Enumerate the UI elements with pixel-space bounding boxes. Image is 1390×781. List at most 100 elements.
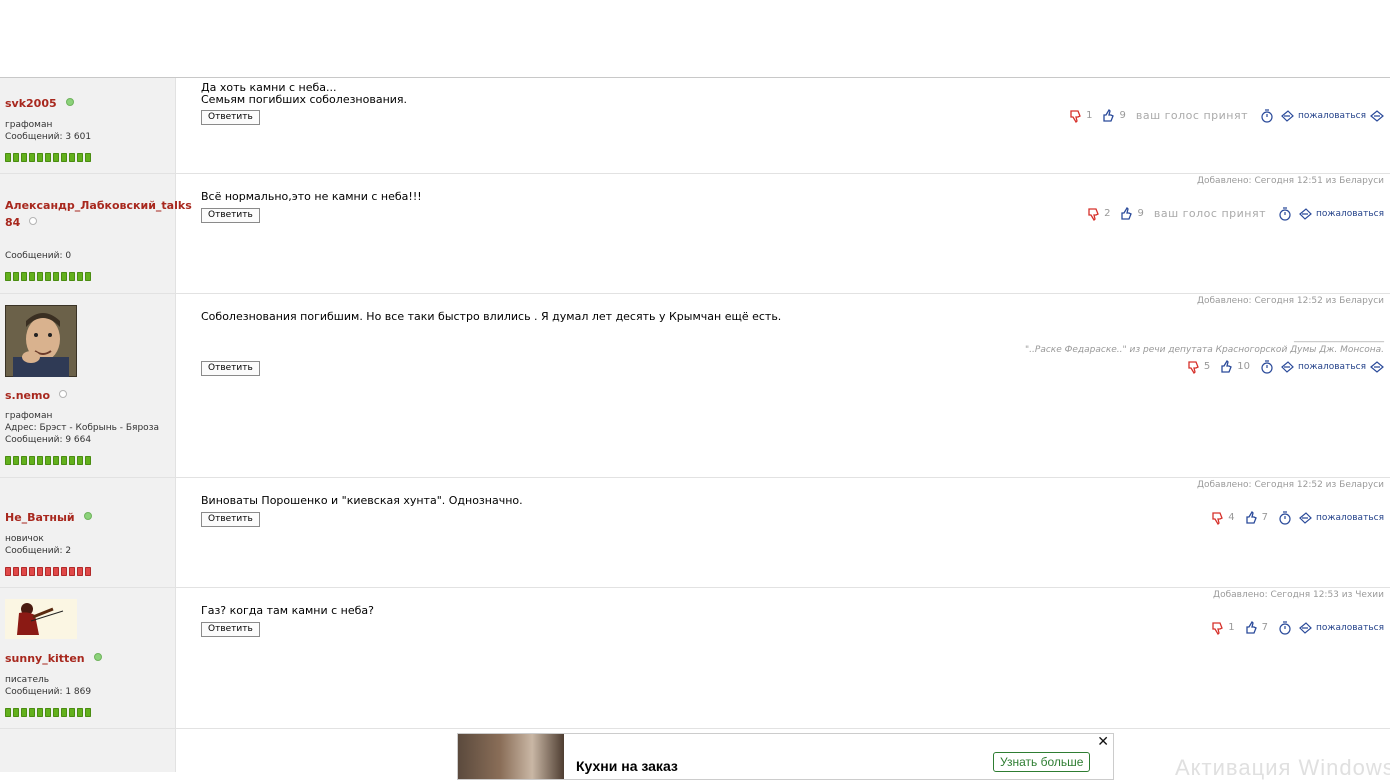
reputation-bar — [5, 708, 93, 717]
thumbs-down-icon[interactable] — [1187, 360, 1201, 375]
complain-link[interactable]: пожаловаться — [1316, 511, 1384, 525]
thumbs-up-icon[interactable] — [1120, 206, 1134, 221]
downvote-count: 2 — [1104, 208, 1111, 219]
reputation-bar — [5, 153, 93, 162]
reply-button[interactable]: Ответить — [201, 110, 260, 125]
message-count: Сообщений: 3 601 — [5, 132, 92, 142]
complain-icon[interactable] — [1298, 207, 1312, 221]
quote-icon[interactable] — [1370, 360, 1384, 374]
downvote-count: 5 — [1203, 361, 1211, 372]
user-rank: новичок — [5, 534, 44, 544]
timer-icon[interactable] — [1278, 207, 1292, 221]
post-actions: 5 10 пожаловаться — [1187, 359, 1384, 375]
user-rank: графоман — [5, 120, 53, 130]
user-info: графоман Адрес: Брэст - Кобрынь - Бяроза… — [5, 410, 159, 446]
upvote-count: 10 — [1237, 361, 1250, 372]
user-rank: писатель — [5, 675, 50, 685]
forum-post: s.nemo графоман Адрес: Брэст - Кобрынь -… — [0, 294, 1390, 478]
vote-accepted-text: ваш голос принят — [1135, 109, 1248, 122]
post-date: Добавлено: Сегодня 12:53 из Чехии — [1213, 590, 1384, 600]
forum-post: Не_Ватный новичок Сообщений: 2 Добавлено… — [0, 478, 1390, 588]
reputation-bar — [5, 456, 93, 465]
post-actions: 2 9 ваш голос принят пожаловаться — [1087, 206, 1384, 222]
thumbs-up-icon[interactable] — [1245, 620, 1259, 635]
advertisement-banner[interactable]: Кухни на заказ Узнать больше ✕ — [457, 733, 1114, 780]
complain-icon[interactable] — [1280, 360, 1294, 374]
post-date: Добавлено: Сегодня 12:52 из Беларуси — [1196, 480, 1384, 490]
user-info: графоман Сообщений: 3 601 — [5, 119, 91, 143]
post-date: Добавлено: Сегодня 12:51 из Беларуси — [1196, 176, 1384, 186]
online-indicator — [93, 653, 102, 661]
upvote-count: 7 — [1261, 622, 1268, 633]
timer-icon[interactable] — [1278, 511, 1292, 525]
complain-link[interactable]: пожаловаться — [1316, 207, 1384, 221]
post-text: Виноваты Порошенко и "киевская хунта". О… — [201, 494, 523, 507]
message-count: Сообщений: 1 869 — [5, 687, 92, 697]
thumbs-down-icon[interactable] — [1069, 109, 1083, 124]
username-link[interactable]: s.nemo — [5, 387, 68, 404]
post-actions: 1 9 ваш голос принят пожаловаться — [1069, 108, 1384, 124]
forum-post: sunny_kitten писатель Сообщений: 1 869 Д… — [0, 588, 1390, 729]
reputation-bar — [5, 567, 93, 576]
message-count: Сообщений: 0 — [5, 251, 72, 261]
reply-button[interactable]: Ответить — [201, 622, 260, 637]
complain-icon[interactable] — [1298, 621, 1312, 635]
username-link[interactable]: Александр_Лабковский_talks 84 — [5, 197, 192, 231]
complain-link[interactable]: пожаловаться — [1298, 360, 1366, 374]
reputation-bar — [5, 272, 93, 281]
complain-icon[interactable] — [1298, 511, 1312, 525]
complain-link[interactable]: пожаловаться — [1298, 109, 1366, 123]
username-link[interactable]: Не_Ватный — [5, 509, 92, 526]
user-panel: Александр_Лабковский_talks 84 Сообщений:… — [0, 174, 192, 293]
message-count: Сообщений: 9 664 — [5, 435, 92, 445]
user-panel — [0, 729, 176, 772]
user-panel: svk2005 графоман Сообщений: 3 601 — [0, 78, 176, 173]
offline-indicator — [59, 390, 68, 398]
upvote-count: 9 — [1137, 208, 1144, 219]
forum-post: Александр_Лабковский_talks 84 Сообщений:… — [0, 174, 1390, 294]
downvote-count: 1 — [1086, 110, 1093, 121]
avatar[interactable] — [4, 304, 78, 378]
user-info: писатель Сообщений: 1 869 — [5, 674, 91, 698]
thumbs-down-icon[interactable] — [1211, 511, 1225, 526]
online-indicator — [65, 98, 74, 106]
message-count: Сообщений: 2 — [5, 546, 72, 556]
username-link[interactable]: sunny_kitten — [5, 650, 102, 667]
post-actions: 1 7 пожаловаться — [1211, 620, 1384, 636]
user-panel: sunny_kitten писатель Сообщений: 1 869 — [0, 588, 176, 728]
offline-indicator — [29, 217, 38, 225]
timer-icon[interactable] — [1278, 621, 1292, 635]
post-actions: 4 7 пожаловаться — [1211, 510, 1384, 526]
username-link[interactable]: svk2005 — [5, 95, 74, 112]
user-info: новичок Сообщений: 2 — [5, 533, 71, 557]
post-text: Да хоть камни с неба... Семьям погибших … — [201, 81, 408, 106]
user-info: Сообщений: 0 — [5, 250, 71, 262]
upvote-count: 9 — [1119, 110, 1126, 121]
ad-image[interactable] — [458, 734, 564, 779]
ad-learn-more-button[interactable]: Узнать больше — [993, 752, 1091, 772]
complain-link[interactable]: пожаловаться — [1316, 621, 1384, 635]
close-icon[interactable]: ✕ — [1097, 734, 1109, 750]
forum-post: svk2005 графоман Сообщений: 3 601 Да хот… — [0, 78, 1390, 174]
quote-icon[interactable] — [1370, 109, 1384, 123]
user-address: Адрес: Брэст - Кобрынь - Бяроза — [5, 423, 159, 433]
reply-button[interactable]: Ответить — [201, 512, 260, 527]
online-indicator — [83, 512, 92, 520]
thumbs-up-icon[interactable] — [1220, 359, 1234, 374]
reply-button[interactable]: Ответить — [201, 361, 260, 376]
thumbs-up-icon[interactable] — [1245, 510, 1259, 525]
user-signature: ____________________ "..Раске Федараске.… — [1025, 333, 1384, 355]
thumbs-up-icon[interactable] — [1102, 108, 1116, 123]
complain-icon[interactable] — [1280, 109, 1294, 123]
timer-icon[interactable] — [1260, 360, 1274, 374]
downvote-count: 4 — [1228, 512, 1235, 523]
vote-accepted-text: ваш голос принят — [1153, 207, 1266, 220]
timer-icon[interactable] — [1260, 109, 1274, 123]
thumbs-down-icon[interactable] — [1087, 207, 1101, 222]
upvote-count: 7 — [1261, 512, 1268, 523]
reply-button[interactable]: Ответить — [201, 208, 260, 223]
avatar[interactable] — [5, 599, 77, 639]
user-panel: Не_Ватный новичок Сообщений: 2 — [0, 478, 176, 587]
thumbs-down-icon[interactable] — [1211, 621, 1225, 636]
post-text: Всё нормально,это не камни с неба!!! — [201, 190, 422, 203]
